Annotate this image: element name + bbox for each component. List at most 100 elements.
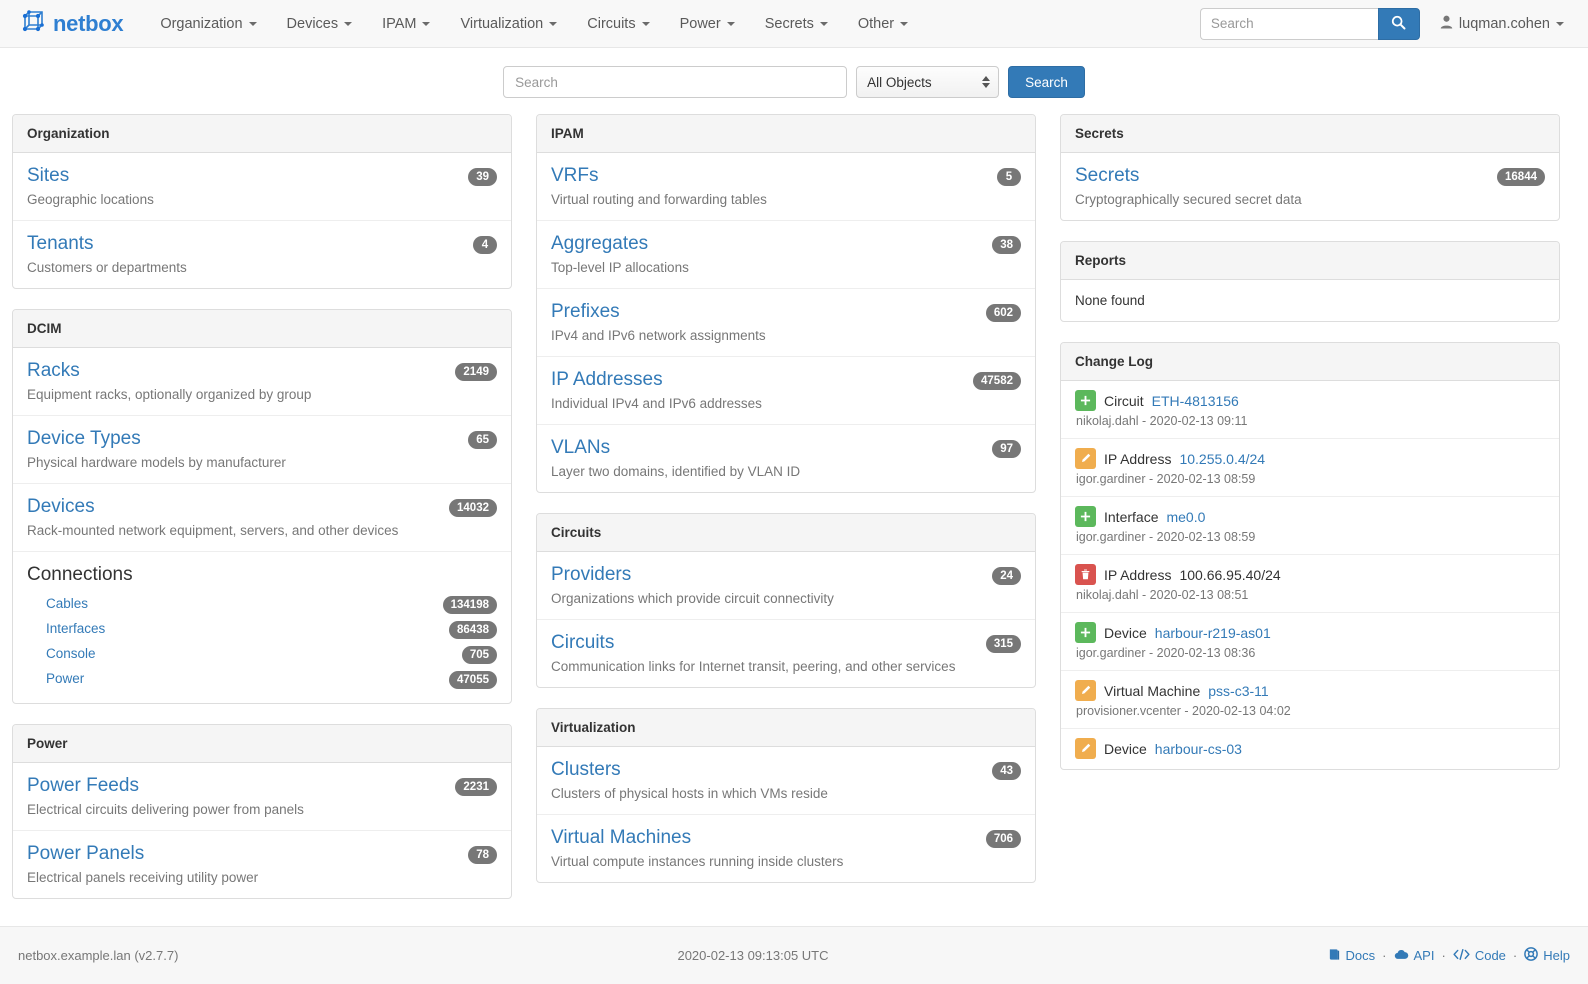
panel-row-racks[interactable]: Racks Equipment racks, optionally organi… xyxy=(13,348,511,416)
panel-row-clusters[interactable]: Clusters Clusters of physical hosts in w… xyxy=(537,747,1035,815)
brand-logo[interactable]: netbox xyxy=(14,8,123,39)
panel-row-device-types[interactable]: Device Types Physical hardware models by… xyxy=(13,416,511,484)
link-virtual-machines[interactable]: Virtual Machines xyxy=(551,826,691,850)
changelog-entry[interactable]: IP Address 10.255.0.4/24 igor.gardiner -… xyxy=(1061,439,1559,497)
panel-row-tenants[interactable]: Tenants Customers or departments 4 xyxy=(13,221,511,288)
panel-row-ip-addresses[interactable]: IP Addresses Individual IPv4 and IPv6 ad… xyxy=(537,357,1035,425)
changelog-entry[interactable]: Circuit ETH-4813156 nikolaj.dahl - 2020-… xyxy=(1061,381,1559,439)
nav-item-secrets[interactable]: Secrets xyxy=(750,0,843,48)
footer-link-label: Docs xyxy=(1346,948,1376,963)
count-badge: 24 xyxy=(992,567,1021,585)
link-providers[interactable]: Providers xyxy=(551,563,631,587)
link-clusters[interactable]: Clusters xyxy=(551,758,621,782)
footer-link-code[interactable]: Code xyxy=(1453,948,1506,964)
nav-item-other[interactable]: Other xyxy=(843,0,923,48)
changelog-entry-main: Virtual Machine pss-c3-11 xyxy=(1075,680,1545,701)
panel-row-devices[interactable]: Devices Rack-mounted network equipment, … xyxy=(13,484,511,552)
footer-link-docs[interactable]: Docs xyxy=(1328,948,1376,964)
nav-item-organization[interactable]: Organization xyxy=(145,0,271,48)
link-sites[interactable]: Sites xyxy=(27,164,69,188)
nav-label: Secrets xyxy=(765,0,814,48)
navbar-search-input[interactable] xyxy=(1200,8,1378,40)
link-secrets[interactable]: Secrets xyxy=(1075,164,1139,188)
row-description: Geographic locations xyxy=(27,191,497,208)
link-power-connections[interactable]: Power xyxy=(46,671,84,686)
changelog-entry[interactable]: Virtual Machine pss-c3-11 provisioner.vc… xyxy=(1061,671,1559,729)
link-devices[interactable]: Devices xyxy=(27,495,95,519)
link-power-panels[interactable]: Power Panels xyxy=(27,842,144,866)
search-input[interactable] xyxy=(503,66,847,98)
changelog-user: igor.gardiner xyxy=(1076,646,1146,660)
changelog-object-link[interactable]: ETH-4813156 xyxy=(1152,391,1239,411)
nav-label: Organization xyxy=(160,0,242,48)
link-racks[interactable]: Racks xyxy=(27,359,80,383)
footer-link-help[interactable]: Help xyxy=(1524,947,1570,964)
changelog-entry[interactable]: Interface me0.0 igor.gardiner - 2020-02-… xyxy=(1061,497,1559,555)
connection-item-console[interactable]: Console 705 xyxy=(27,641,497,666)
footer-link-api[interactable]: API xyxy=(1394,948,1435,964)
link-vrfs[interactable]: VRFs xyxy=(551,164,599,188)
panel-row-virtual-machines[interactable]: Virtual Machines Virtual compute instanc… xyxy=(537,815,1035,882)
dashboard-container: Organization Sites Geographic locations … xyxy=(0,114,1588,919)
panel-row-aggregates[interactable]: Aggregates Top-level IP allocations 38 xyxy=(537,221,1035,289)
changelog-object-link[interactable]: harbour-cs-03 xyxy=(1155,739,1242,759)
panel-dcim: DCIM Racks Equipment racks, optionally o… xyxy=(12,309,512,704)
footer-links: Docs · API · Code · xyxy=(1328,947,1570,964)
link-cables[interactable]: Cables xyxy=(46,596,88,611)
count-badge: 38 xyxy=(992,236,1021,254)
nav-menu: Organization Devices IPAM Virtualization… xyxy=(145,0,923,48)
link-circuits[interactable]: Circuits xyxy=(551,631,614,655)
panel-circuits: Circuits Providers Organizations which p… xyxy=(536,513,1036,688)
connection-item-interfaces[interactable]: Interfaces 86438 xyxy=(27,616,497,641)
user-menu[interactable]: luqman.cohen xyxy=(1430,15,1574,33)
link-console[interactable]: Console xyxy=(46,646,96,661)
changelog-entry[interactable]: Device harbour-cs-03 xyxy=(1061,729,1559,769)
nav-label: Other xyxy=(858,0,894,48)
changelog-entry[interactable]: IP Address 100.66.95.40/24 nikolaj.dahl … xyxy=(1061,555,1559,613)
panel-row-circuits[interactable]: Circuits Communication links for Interne… xyxy=(537,620,1035,687)
footer-separator: · xyxy=(1439,948,1447,963)
link-device-types[interactable]: Device Types xyxy=(27,427,141,451)
link-power-feeds[interactable]: Power Feeds xyxy=(27,774,139,798)
changelog-object-link[interactable]: me0.0 xyxy=(1166,507,1205,527)
panel-title: Reports xyxy=(1061,242,1559,280)
changelog-object-type: IP Address xyxy=(1104,449,1171,469)
link-tenants[interactable]: Tenants xyxy=(27,232,94,256)
connection-item-power[interactable]: Power 47055 xyxy=(27,666,497,691)
panel-row-providers[interactable]: Providers Organizations which provide ci… xyxy=(537,552,1035,620)
panel-row-sites[interactable]: Sites Geographic locations 39 xyxy=(13,153,511,221)
nav-item-ipam[interactable]: IPAM xyxy=(367,0,445,48)
nav-item-devices[interactable]: Devices xyxy=(272,0,368,48)
row-description: Communication links for Internet transit… xyxy=(551,658,1021,675)
connection-item-cables[interactable]: Cables 134198 xyxy=(27,591,497,616)
panel-row-power-feeds[interactable]: Power Feeds Electrical circuits deliveri… xyxy=(13,763,511,831)
plus-icon xyxy=(1075,622,1096,643)
chevron-down-icon xyxy=(549,22,557,26)
nav-item-virtualization[interactable]: Virtualization xyxy=(445,0,572,48)
panel-row-vrfs[interactable]: VRFs Virtual routing and forwarding tabl… xyxy=(537,153,1035,221)
link-aggregates[interactable]: Aggregates xyxy=(551,232,648,256)
nav-item-power[interactable]: Power xyxy=(665,0,750,48)
panel-row-vlans[interactable]: VLANs Layer two domains, identified by V… xyxy=(537,425,1035,492)
changelog-object-link[interactable]: harbour-r219-as01 xyxy=(1155,623,1271,643)
link-prefixes[interactable]: Prefixes xyxy=(551,300,620,324)
search-submit-button[interactable]: Search xyxy=(1008,66,1085,98)
panel-row-secrets[interactable]: Secrets Cryptographically secured secret… xyxy=(1061,153,1559,220)
nav-label: Power xyxy=(680,0,721,48)
link-ip-addresses[interactable]: IP Addresses xyxy=(551,368,663,392)
count-badge: 47055 xyxy=(449,671,497,689)
row-description: Physical hardware models by manufacturer xyxy=(27,454,497,471)
link-interfaces[interactable]: Interfaces xyxy=(46,621,105,636)
nav-item-circuits[interactable]: Circuits xyxy=(572,0,664,48)
count-badge: 65 xyxy=(468,431,497,449)
changelog-entry[interactable]: Device harbour-r219-as01 igor.gardiner -… xyxy=(1061,613,1559,671)
panel-row-power-panels[interactable]: Power Panels Electrical panels receiving… xyxy=(13,831,511,898)
changelog-object-link[interactable]: pss-c3-11 xyxy=(1208,681,1268,701)
count-badge: 47582 xyxy=(973,372,1021,390)
column-left: Organization Sites Geographic locations … xyxy=(12,114,512,919)
object-type-select[interactable]: All Objects xyxy=(856,66,999,98)
navbar-search-button[interactable] xyxy=(1378,8,1420,40)
panel-row-prefixes[interactable]: Prefixes IPv4 and IPv6 network assignmen… xyxy=(537,289,1035,357)
link-vlans[interactable]: VLANs xyxy=(551,436,610,460)
changelog-object-link[interactable]: 10.255.0.4/24 xyxy=(1179,449,1265,469)
